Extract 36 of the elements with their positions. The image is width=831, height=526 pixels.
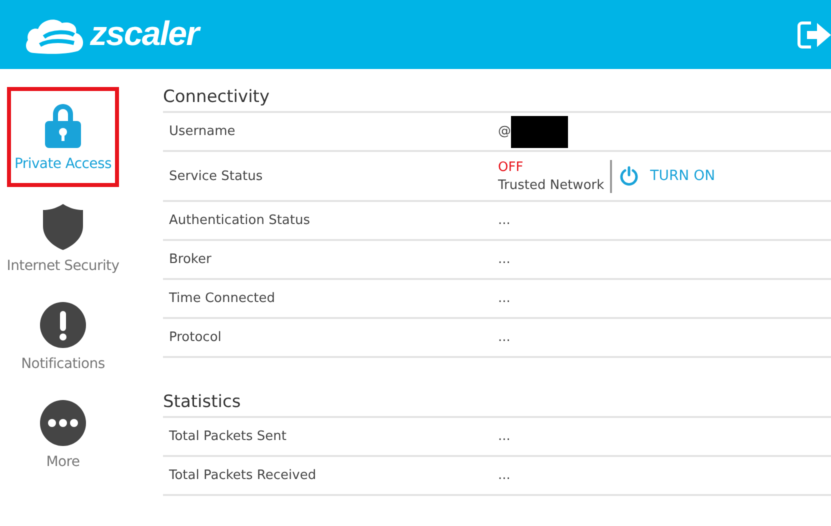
- power-icon: [620, 166, 638, 186]
- username-value: @: [498, 124, 511, 139]
- field-label: Username: [168, 124, 236, 139]
- sidebar-label: Private Access: [14, 156, 112, 172]
- field-value: ...: [498, 252, 510, 267]
- field-value: ...: [498, 429, 510, 444]
- alert-icon: [40, 302, 86, 348]
- lock-icon: [45, 102, 81, 148]
- sidebar-item[interactable]: Private Access: [7, 87, 119, 187]
- network-value: Trusted Network: [498, 178, 604, 192]
- logo-text: zscaler: [90, 15, 198, 54]
- sidebar-label: Internet Security: [6, 258, 120, 274]
- status-value: OFF: [498, 160, 524, 174]
- redaction-block: [511, 116, 568, 148]
- field-label: Total Packets Received: [168, 468, 318, 483]
- turn-on-button[interactable]: TURN ON: [612, 166, 716, 186]
- field-label: Authentication Status: [168, 213, 311, 228]
- section-title: Connectivity: [163, 83, 831, 113]
- field-value: ...: [498, 468, 510, 483]
- sidebar-label: More: [46, 454, 80, 470]
- field-label: Broker: [168, 252, 212, 267]
- field-label: Protocol: [168, 330, 222, 345]
- field-label: Total Packets Sent: [168, 429, 288, 444]
- logout-icon[interactable]: [797, 20, 831, 50]
- more-icon: [40, 400, 86, 446]
- sidebar-label: Notifications: [21, 356, 105, 372]
- field-value: ...: [498, 330, 510, 345]
- sidebar-item[interactable]: More: [0, 389, 126, 481]
- section-title: Statistics: [163, 388, 831, 418]
- field-label: Service Status: [168, 168, 264, 184]
- shield-icon: [43, 204, 83, 250]
- field-value: ...: [498, 213, 510, 228]
- field-value: ...: [498, 291, 510, 306]
- field-label: Time Connected: [168, 291, 276, 306]
- sidebar-item[interactable]: Internet Security: [0, 193, 126, 285]
- sidebar-item[interactable]: Notifications: [0, 291, 126, 383]
